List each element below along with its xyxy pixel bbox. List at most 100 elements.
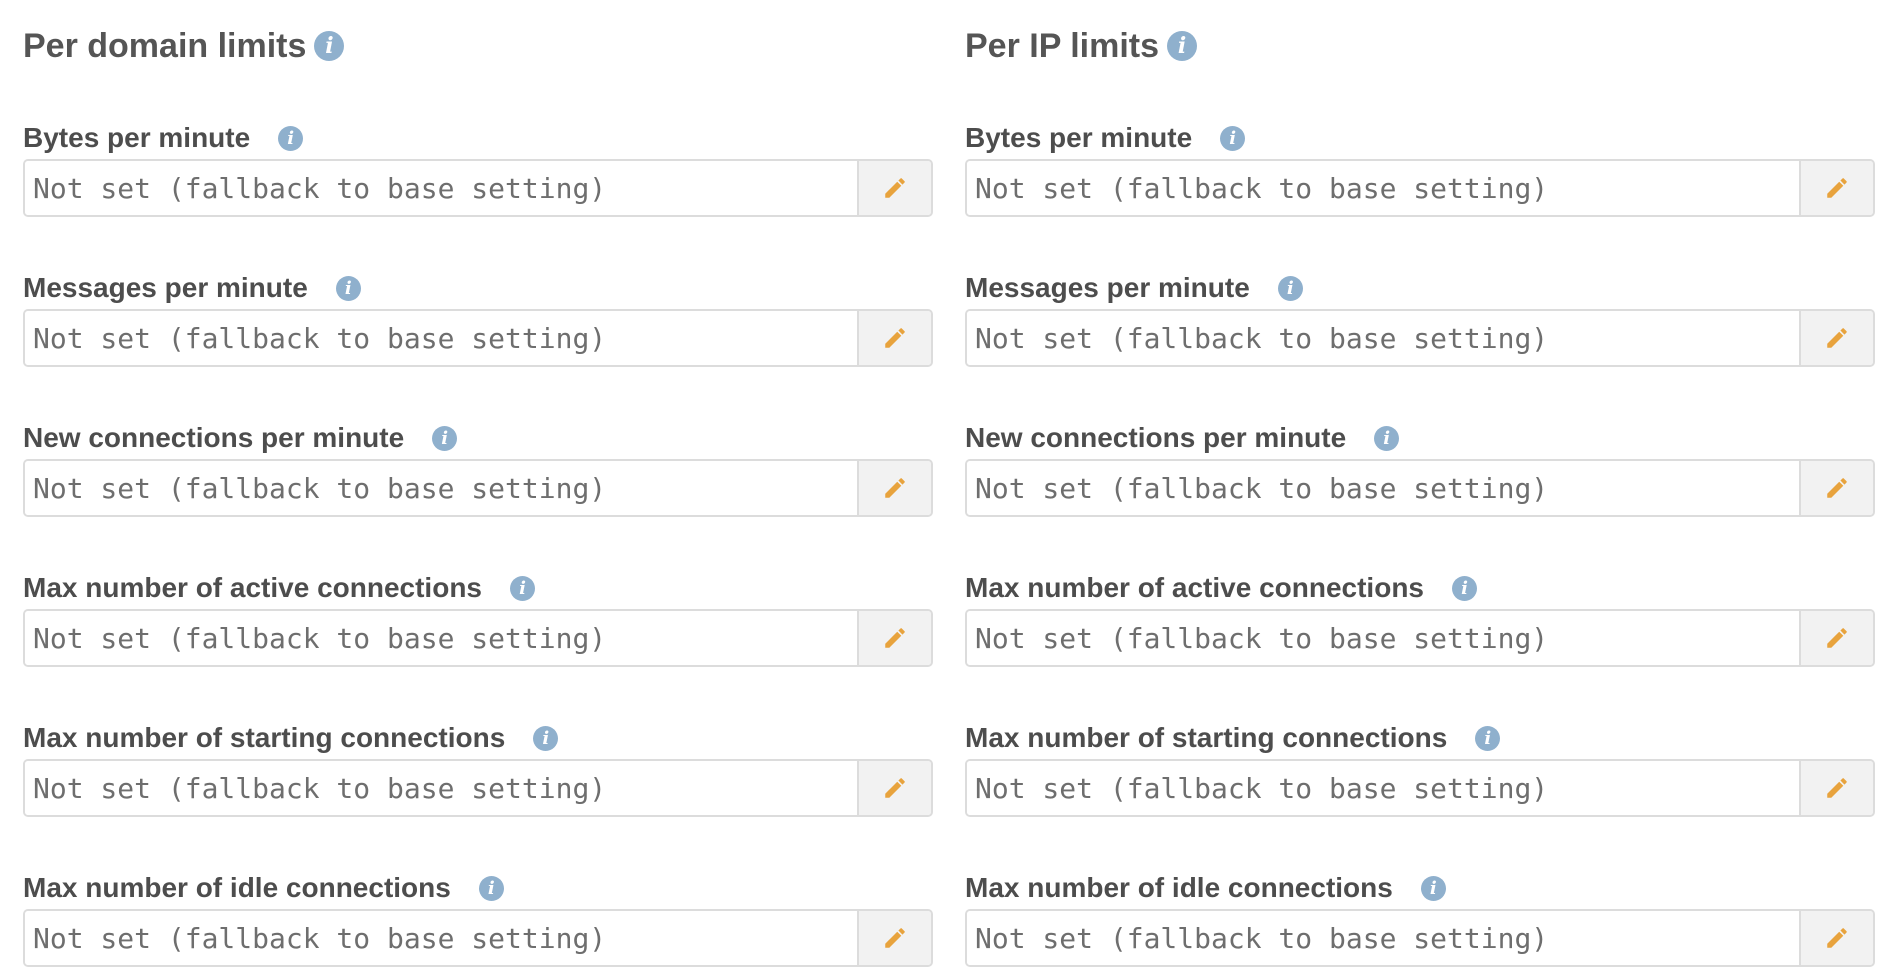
pencil-icon: [1827, 628, 1847, 648]
pencil-icon: [885, 328, 905, 348]
pencil-icon: [1827, 928, 1847, 948]
field-label-row: Max number of starting connections i: [965, 717, 1875, 759]
per-ip-limits-section: Per IP limits i Bytes per minute i Messa…: [965, 22, 1875, 967]
limit-input[interactable]: [25, 611, 857, 665]
field-label: Max number of starting connections: [965, 722, 1448, 753]
field-label: Max number of active connections: [965, 572, 1424, 603]
info-icon[interactable]: i: [1374, 425, 1400, 451]
limit-input[interactable]: [967, 761, 1799, 815]
limit-input[interactable]: [25, 461, 857, 515]
field-label: Bytes per minute: [965, 122, 1193, 153]
field-label-row: Bytes per minute i: [965, 117, 1875, 159]
edit-button[interactable]: [857, 461, 931, 515]
field-bytes-per-minute: Bytes per minute i: [23, 117, 933, 217]
pencil-icon: [885, 178, 905, 198]
input-group: [23, 309, 933, 367]
info-icon[interactable]: i: [1277, 275, 1303, 301]
pencil-icon: [885, 628, 905, 648]
info-icon[interactable]: i: [1167, 31, 1198, 61]
input-group: [965, 909, 1875, 967]
field-new-connections-per-minute: New connections per minute i: [965, 417, 1875, 517]
field-label: Messages per minute: [965, 272, 1250, 303]
edit-button[interactable]: [857, 911, 931, 965]
edit-button[interactable]: [1799, 311, 1873, 365]
pencil-icon: [1827, 778, 1847, 798]
field-label: New connections per minute: [965, 422, 1347, 453]
info-icon[interactable]: i: [478, 875, 504, 901]
edit-button[interactable]: [857, 761, 931, 815]
field-label-row: New connections per minute i: [965, 417, 1875, 459]
input-group: [23, 159, 933, 217]
field-messages-per-minute: Messages per minute i: [965, 267, 1875, 367]
section-title-text: Per domain limits: [23, 26, 307, 65]
info-icon[interactable]: i: [278, 125, 304, 151]
info-icon[interactable]: i: [335, 275, 361, 301]
pencil-icon: [885, 928, 905, 948]
section-title-text: Per IP limits: [965, 26, 1160, 65]
field-max-active-connections: Max number of active connections i: [23, 567, 933, 667]
field-label: Max number of idle connections: [965, 872, 1393, 903]
field-max-starting-connections: Max number of starting connections i: [23, 717, 933, 817]
edit-button[interactable]: [857, 161, 931, 215]
field-label-row: Max number of active connections i: [23, 567, 933, 609]
field-label: Bytes per minute: [23, 122, 251, 153]
field-max-idle-connections: Max number of idle connections i: [23, 867, 933, 967]
field-bytes-per-minute: Bytes per minute i: [965, 117, 1875, 217]
input-group: [965, 759, 1875, 817]
limit-input[interactable]: [967, 311, 1799, 365]
input-group: [965, 609, 1875, 667]
info-icon[interactable]: i: [432, 425, 458, 451]
info-icon[interactable]: i: [314, 31, 345, 61]
edit-button[interactable]: [1799, 461, 1873, 515]
edit-button[interactable]: [1799, 161, 1873, 215]
input-group: [965, 159, 1875, 217]
input-group: [23, 459, 933, 517]
per-domain-limits-section: Per domain limits i Bytes per minute i M…: [23, 22, 933, 967]
info-icon[interactable]: i: [1452, 575, 1477, 601]
field-label-row: Messages per minute i: [965, 267, 1875, 309]
field-max-active-connections: Max number of active connections i: [965, 567, 1875, 667]
field-label-row: Messages per minute i: [23, 267, 933, 309]
section-title: Per IP limits i: [965, 22, 1875, 70]
limit-input[interactable]: [967, 161, 1799, 215]
field-max-starting-connections: Max number of starting connections i: [965, 717, 1875, 817]
info-icon[interactable]: i: [1220, 125, 1246, 151]
limit-input[interactable]: [967, 461, 1799, 515]
field-label-row: Max number of idle connections i: [23, 867, 933, 909]
pencil-icon: [885, 478, 905, 498]
pencil-icon: [885, 778, 905, 798]
input-group: [23, 759, 933, 817]
field-label: New connections per minute: [23, 422, 405, 453]
field-label: Max number of active connections: [23, 572, 482, 603]
limit-input[interactable]: [25, 761, 857, 815]
edit-button[interactable]: [1799, 911, 1873, 965]
input-group: [23, 609, 933, 667]
field-label: Messages per minute: [23, 272, 308, 303]
pencil-icon: [1827, 178, 1847, 198]
limit-input[interactable]: [967, 911, 1799, 965]
info-icon[interactable]: i: [533, 725, 559, 751]
edit-button[interactable]: [857, 311, 931, 365]
edit-button[interactable]: [1799, 611, 1873, 665]
limit-input[interactable]: [25, 311, 857, 365]
field-label-row: New connections per minute i: [23, 417, 933, 459]
limit-input[interactable]: [25, 161, 857, 215]
info-icon[interactable]: i: [1420, 875, 1446, 901]
info-icon[interactable]: i: [1475, 725, 1501, 751]
field-max-idle-connections: Max number of idle connections i: [965, 867, 1875, 967]
section-title: Per domain limits i: [23, 22, 933, 70]
field-label-row: Bytes per minute i: [23, 117, 933, 159]
limit-input[interactable]: [967, 611, 1799, 665]
input-group: [965, 459, 1875, 517]
info-icon[interactable]: i: [510, 575, 535, 601]
field-label-row: Max number of starting connections i: [23, 717, 933, 759]
field-label: Max number of starting connections: [23, 722, 506, 753]
limits-columns: Per domain limits i Bytes per minute i M…: [23, 22, 1875, 967]
field-label-row: Max number of active connections i: [965, 567, 1875, 609]
field-messages-per-minute: Messages per minute i: [23, 267, 933, 367]
field-label: Max number of idle connections: [23, 872, 451, 903]
edit-button[interactable]: [1799, 761, 1873, 815]
limit-input[interactable]: [25, 911, 857, 965]
pencil-icon: [1827, 328, 1847, 348]
edit-button[interactable]: [857, 611, 931, 665]
